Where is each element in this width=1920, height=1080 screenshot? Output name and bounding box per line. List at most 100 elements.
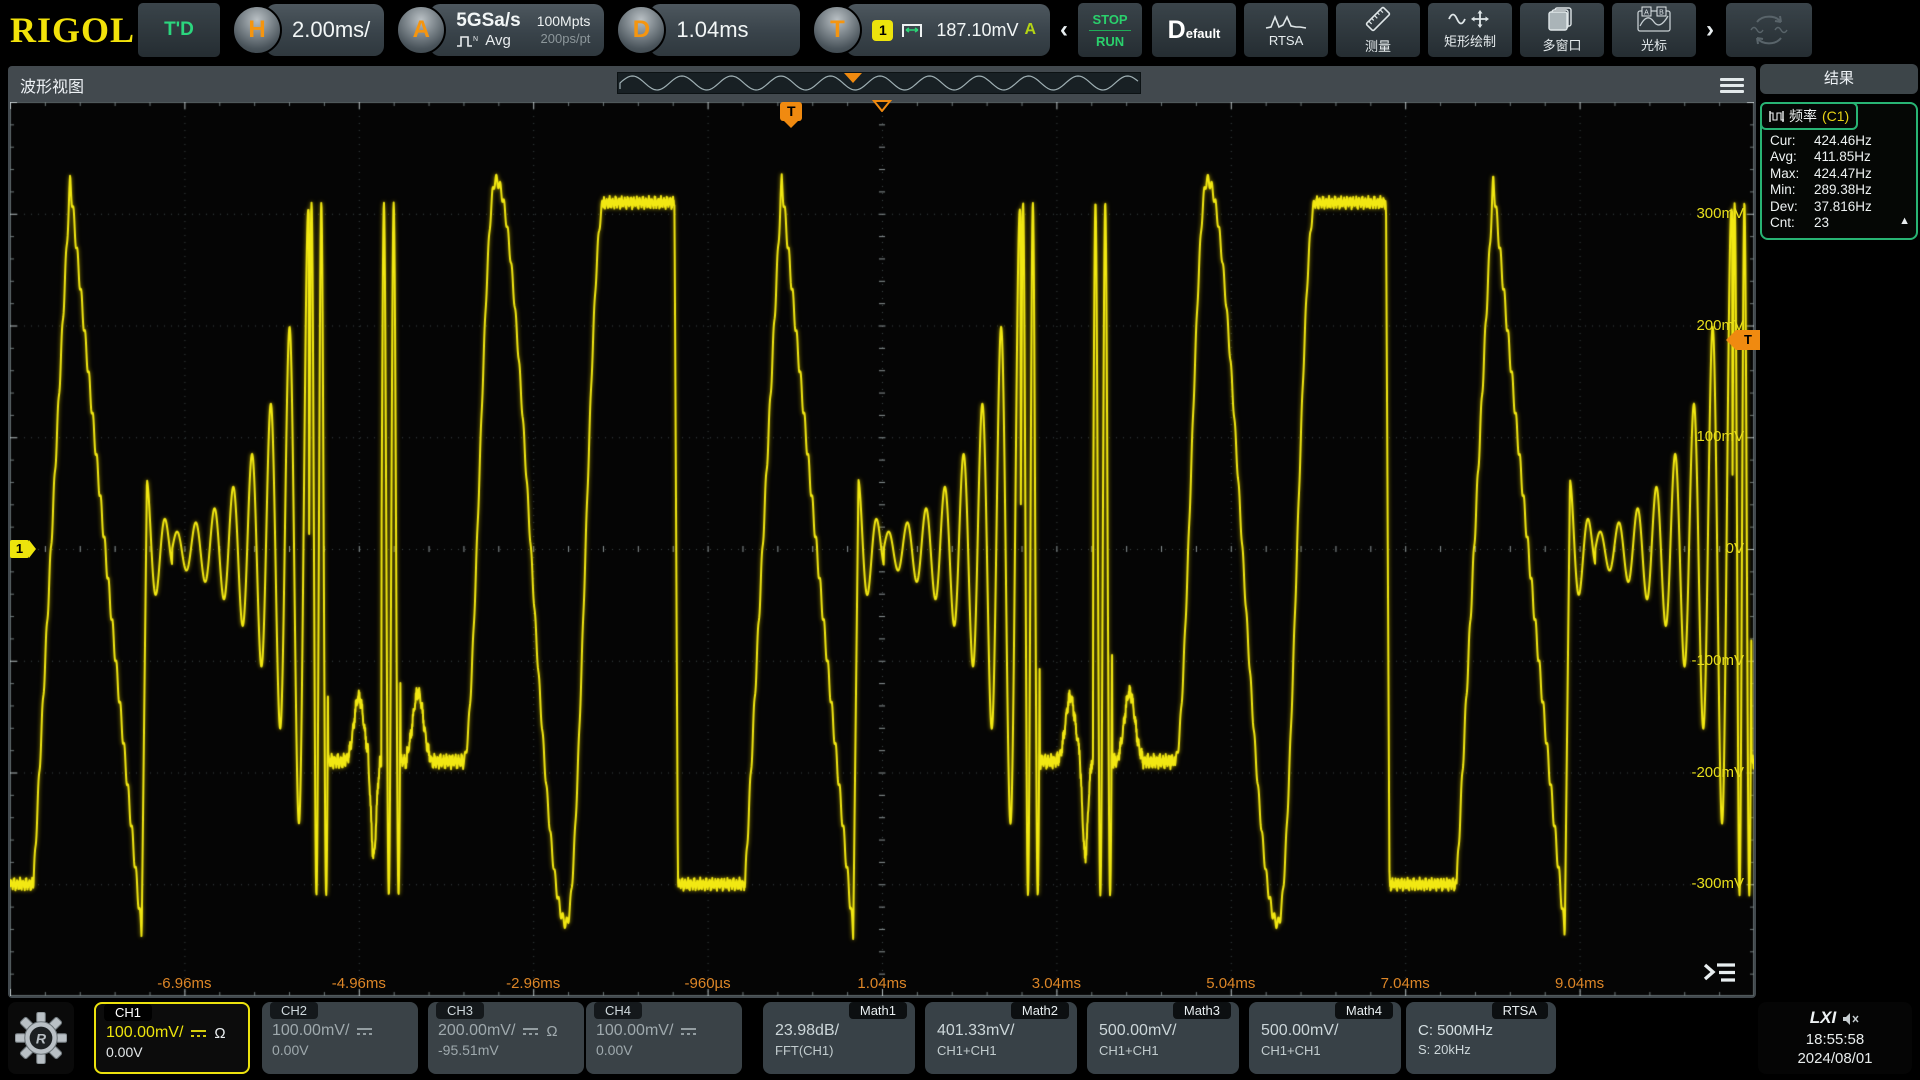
voltage-label: 100mV [1684,428,1744,445]
toolbar-button-label: 多窗口 [1543,35,1582,54]
acquisition-group[interactable]: A 5GSa/s N Avg 100Mpts 200ps/pt [396,4,604,56]
menu-icon[interactable] [1720,75,1744,96]
dc-coupling-icon [680,1026,697,1037]
horizontal-knob[interactable]: H [232,5,282,55]
timeline-navigator[interactable] [617,72,1141,94]
toolbar-button-label: 矩形绘制 [1444,31,1496,50]
measurement-card[interactable]: 频率(C1) Cur:424.46HzAvg:411.85HzMax:424.4… [1760,102,1918,240]
channel1-offset-marker[interactable]: 1 [10,540,36,558]
channel-card-ch4[interactable]: CH4100.00mV/0.00V [586,1002,742,1074]
rigol-gear-button[interactable]: R [8,1002,74,1074]
expand-menu-icon[interactable] [1702,960,1738,986]
stat-value: 424.47Hz [1814,166,1872,182]
svg-text:N: N [473,36,478,43]
math-card-math1[interactable]: Math123.98dB/FFT(CH1) [763,1002,915,1074]
spectrum-icon [1264,13,1308,30]
toolbar-button-mode-switch[interactable] [1726,3,1812,57]
stat-label: Cnt: [1770,215,1814,231]
lxi-logo: LXI [1810,1007,1836,1029]
stat-label: Dev: [1770,199,1814,215]
svg-text:A: A [1644,10,1649,17]
measurement-source: (C1) [1822,108,1849,124]
sine-move-icon [1447,10,1493,28]
collapse-chevron-icon[interactable]: ‹ [1060,18,1068,42]
waveform-canvas[interactable] [10,102,1754,996]
trigger-sweep-mode: A [1024,21,1036,39]
system-status-card[interactable]: LXI 18:55:58 2024/08/01 [1758,1002,1912,1074]
collapse-triangle-icon[interactable]: ▲ [1899,215,1910,231]
trigger-group[interactable]: T 1 187.10mV A [812,4,1050,56]
toolbar-button-label: 光标 [1641,35,1667,54]
measurement-row: Avg:411.85Hz [1770,149,1910,165]
graticule[interactable]: T 1 T 300mV200mV100mV0V-100mV-200mV-300m… [10,102,1754,996]
windows-icon [1547,6,1577,32]
waveform-header: 波形视图 [8,66,1756,102]
delay-position-marker[interactable] [872,100,892,112]
time-label: -2.96ms [506,975,560,992]
toolbar-button-cursor[interactable]: AB光标 [1612,3,1696,57]
channel1-marker-label: 1 [10,540,29,558]
default-button[interactable]: Default [1152,3,1236,57]
math-source: FFT(CH1) [775,1043,905,1058]
stat-value: 37.816Hz [1814,199,1872,215]
stop-label: STOP [1092,12,1127,27]
expand-chevron-icon[interactable]: › [1706,18,1714,42]
rtsa-card[interactable]: RTSAC: 500MHzS: 20kHz [1406,1002,1556,1074]
avg-pulse-icon: N [456,34,480,48]
math-card-math4[interactable]: Math4500.00mV/CH1+CH1 [1249,1002,1401,1074]
toolbar-button-rect-draw[interactable]: 矩形绘制 [1428,3,1512,57]
trigger-status-badge[interactable]: T'D [138,3,220,57]
channel-offset: 0.00V [272,1042,408,1058]
acquisition-knob[interactable]: A [396,5,446,55]
pulse-width-icon [900,20,930,40]
channel-offset: -95.51mV [438,1042,574,1058]
top-toolbar: RIGOL T'D H 2.00ms/ A 5GSa/s N Avg 100Mp… [0,0,1920,60]
oscilloscope-screen: RIGOL T'D H 2.00ms/ A 5GSa/s N Avg 100Mp… [0,0,1920,1080]
voltage-label: -100mV [1684,652,1744,669]
math-scale: 500.00mV/ [1099,1022,1229,1040]
svg-text:B: B [1659,10,1664,17]
toolbar-button-rtsa[interactable]: RTSA [1244,3,1328,57]
gear-icon: R [15,1012,67,1064]
run-stop-button[interactable]: STOP RUN [1078,3,1142,57]
math-card-math3[interactable]: Math3500.00mV/CH1+CH1 [1087,1002,1239,1074]
voltage-label: -200mV [1684,764,1744,781]
measurement-row: Max:424.47Hz [1770,166,1910,182]
voltage-label: 0V [1684,540,1744,557]
time-label: 7.04ms [1381,975,1430,992]
cursor-ab-icon: AB [1637,6,1671,32]
channel-offset: 0.00V [596,1042,732,1058]
math-tab: Math3 [1173,1002,1231,1019]
channel-card-ch1[interactable]: CH1100.00mV/Ω0.00V [94,1002,250,1074]
impedance-label: Ω [214,1025,225,1042]
dc-coupling-icon [356,1026,373,1037]
measurement-rows: Cur:424.46HzAvg:411.85HzMax:424.47HzMin:… [1770,133,1910,232]
stat-value: 23 [1814,215,1829,231]
results-panel: 结果 频率(C1) Cur:424.46HzAvg:411.85HzMax:42… [1760,64,1918,996]
sample-resolution: 200ps/pt [541,31,591,47]
time-label: 9.04ms [1555,975,1604,992]
channel-card-ch2[interactable]: CH2100.00mV/0.00V [262,1002,418,1074]
measurement-row: Dev:37.816Hz [1770,199,1910,215]
math-card-math2[interactable]: Math2401.33mV/CH1+CH1 [925,1002,1077,1074]
time-label: 1.04ms [857,975,906,992]
timeline-trigger-marker[interactable] [844,73,862,83]
horizontal-scale: 2.00ms/ [292,17,370,43]
channel-card-ch3[interactable]: CH3200.00mV/Ω-95.51mV [428,1002,584,1074]
measurement-tab[interactable]: 频率(C1) [1760,102,1858,130]
dc-coupling-icon [522,1026,539,1037]
delay-group[interactable]: D 1.04ms [616,4,800,56]
speaker-muted-icon [1842,1012,1860,1026]
stat-value: 424.46Hz [1814,133,1872,149]
trigger-position-flag[interactable]: T [780,102,802,128]
math-tab: Math1 [849,1002,907,1019]
channel-scale: 100.00mV/ [272,1022,349,1040]
time-label: 5.04ms [1206,975,1255,992]
toolbar-button-label: RTSA [1269,33,1303,48]
toolbar-button-measure[interactable]: 测量 [1336,3,1420,57]
channel-offset: 0.00V [106,1044,238,1060]
channel-scale: 100.00mV/ [106,1024,183,1042]
default-cap: D [1168,16,1186,44]
horizontal-group[interactable]: H 2.00ms/ [232,4,384,56]
toolbar-button-multi-window[interactable]: 多窗口 [1520,3,1604,57]
